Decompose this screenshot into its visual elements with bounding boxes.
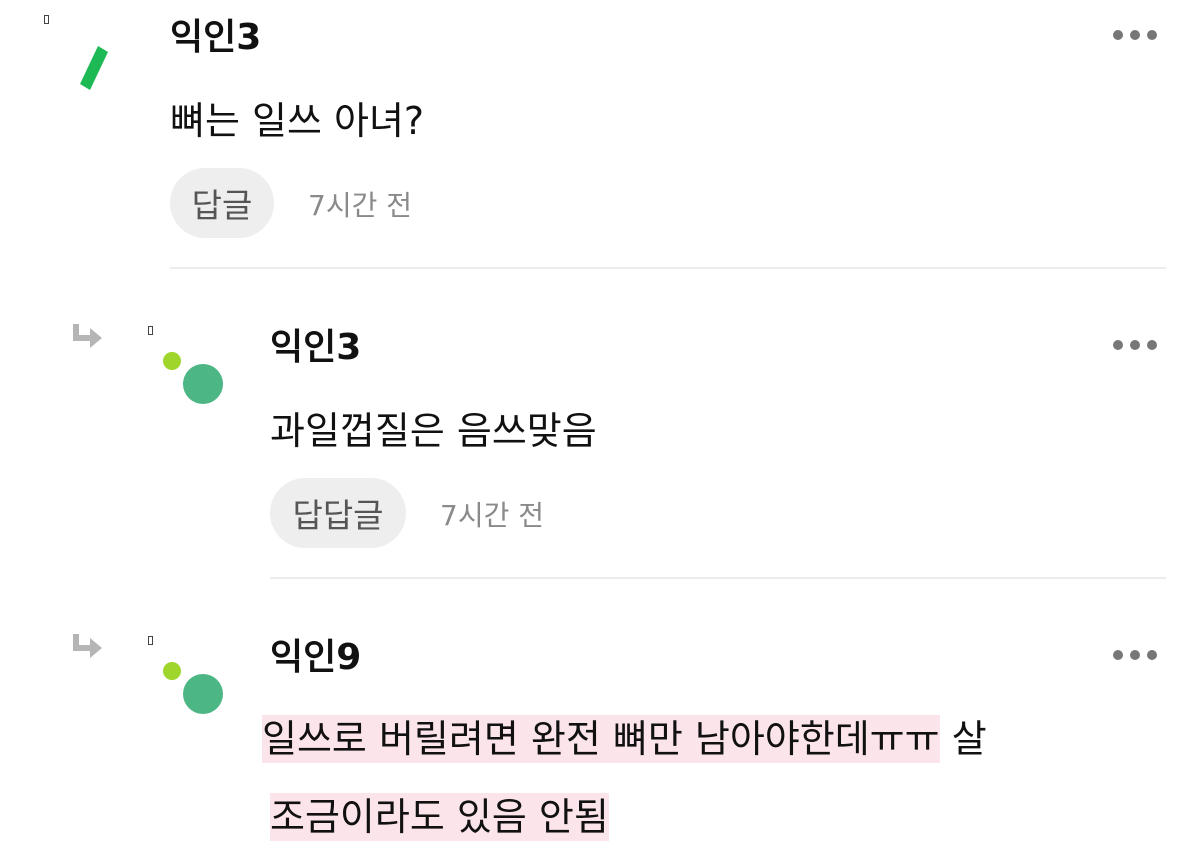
highlighted-text: 조금이라도 있음 안됨 [270,793,609,841]
avatar-dot-small [163,352,181,370]
timestamp: 7시간 전 [440,499,544,532]
divider [270,577,1166,579]
more-options-icon[interactable] [1113,338,1167,352]
timestamp: 7시간 전 [308,189,412,222]
missing-glyph-icon [44,15,49,24]
divider [170,267,1166,269]
avatar [78,44,108,92]
highlighted-text: 일쓰로 버릴려면 완전 뼈만 남아야한데ㅠㅠ [262,715,940,763]
comment-text: 과일껍질은 음쓰맞음 [270,409,597,453]
comment-text: 뼈는 일쓰 아녀? [170,99,425,143]
username[interactable]: 익인3 [270,330,361,366]
plain-text: 살 [939,717,987,761]
avatar [183,364,223,404]
reply-arrow-icon [72,632,106,660]
avatar [183,674,223,714]
username[interactable]: 익인3 [170,20,261,56]
comment-text-line2: 조금이라도 있음 안됨 [270,793,609,841]
username[interactable]: 익인9 [270,640,361,676]
reply-button[interactable]: 답글 [170,168,274,238]
more-options-icon[interactable] [1113,648,1167,662]
comment-text-line1: 일쓰로 버릴려면 완전 뼈만 남아야한데ㅠㅠ 살 [262,715,987,763]
reply-arrow-icon [72,322,106,350]
avatar-dot-small [163,662,181,680]
missing-glyph-icon [148,326,153,335]
missing-glyph-icon [148,636,153,645]
reply-button[interactable]: 답답글 [270,478,406,548]
more-options-icon[interactable] [1113,28,1167,42]
